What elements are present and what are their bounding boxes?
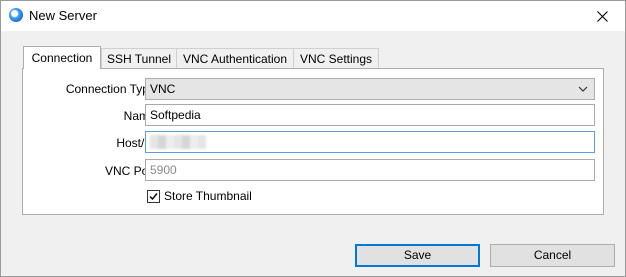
vnc-port-label: VNC Port:	[104, 164, 159, 178]
host-field[interactable]	[145, 131, 595, 153]
close-icon	[596, 10, 608, 22]
title-bar: New Server	[1, 1, 625, 31]
close-button[interactable]	[579, 1, 625, 31]
chevron-down-icon	[578, 79, 588, 105]
checkmark-icon	[149, 193, 158, 201]
tab-vnc-settings[interactable]: VNC Settings	[293, 48, 379, 68]
tab-vnc-authentication[interactable]: VNC Authentication	[176, 48, 294, 68]
store-thumbnail-checkbox[interactable]	[147, 190, 160, 203]
store-thumbnail-label[interactable]: Store Thumbnail	[164, 189, 252, 203]
connection-type-value: VNC	[150, 82, 176, 96]
connection-type-label: Connection Type:	[65, 82, 159, 96]
vnc-port-field[interactable]: 5900	[145, 159, 595, 181]
connection-type-select[interactable]: VNC	[145, 78, 595, 100]
host-label: Host/IP:	[116, 136, 159, 150]
name-label: Name:	[123, 109, 159, 123]
save-button[interactable]: Save	[355, 244, 480, 267]
tab-connection[interactable]: Connection	[23, 46, 101, 69]
window-title: New Server	[29, 8, 97, 23]
app-logo-icon	[9, 8, 23, 22]
cancel-button[interactable]: Cancel	[490, 244, 615, 267]
connection-panel: Connection Type: VNC Name: Softpedia Hos…	[22, 68, 604, 215]
name-field[interactable]: Softpedia	[145, 104, 595, 126]
tab-ssh-tunnel[interactable]: SSH Tunnel	[101, 48, 177, 68]
new-server-window: New Server Connection SSH Tunnel VNC Aut…	[0, 0, 626, 277]
vnc-port-placeholder: 5900	[150, 163, 177, 177]
redacted-host-value	[150, 135, 206, 149]
